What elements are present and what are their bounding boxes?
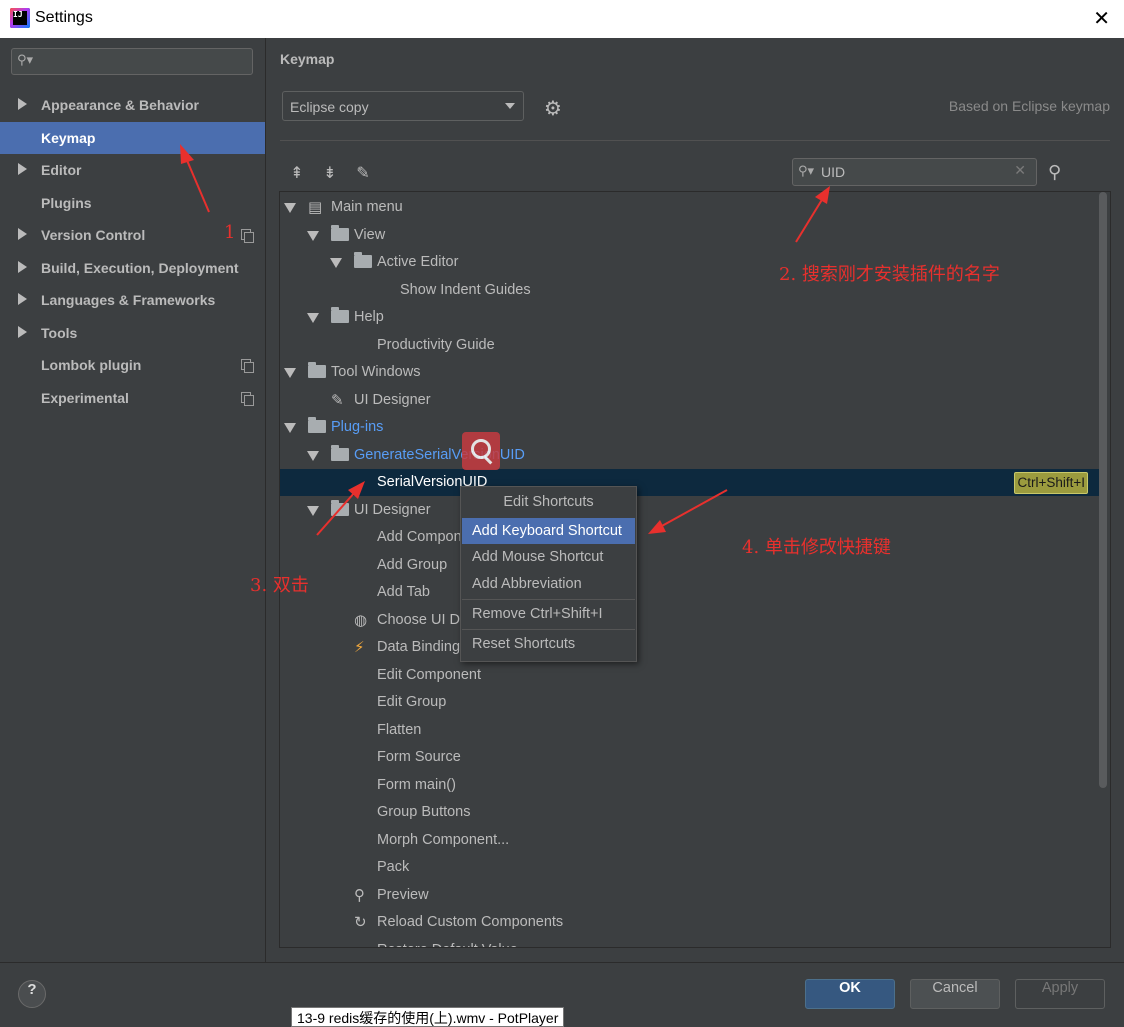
annotation-2: 2. 搜索刚才安装插件的名字 bbox=[779, 264, 1000, 285]
annotation-arrowhead-1 bbox=[180, 144, 194, 164]
annotation-arrow-4 bbox=[659, 489, 728, 528]
annotation-arrow-3 bbox=[316, 491, 356, 536]
help-button[interactable]: ? bbox=[18, 980, 46, 1008]
app-icon-text: IJ bbox=[13, 10, 23, 19]
annotation-arrow-2 bbox=[795, 197, 824, 243]
apply-button[interactable]: Apply bbox=[1015, 979, 1105, 1009]
annotation-3: 3. 双击 bbox=[250, 575, 309, 596]
annotation-1: 1 bbox=[224, 222, 236, 243]
dialog-footer: ? OK Cancel Apply 13-9 redis缓存的使用(上).wmv… bbox=[0, 962, 1124, 1027]
annotation-arrowhead-2 bbox=[815, 186, 830, 204]
annotation-arrows bbox=[180, 144, 830, 536]
cancel-button[interactable]: Cancel bbox=[910, 979, 1000, 1009]
taskbar-tooltip: 13-9 redis缓存的使用(上).wmv - PotPlayer bbox=[291, 1007, 565, 1027]
annotation-arrowhead-4 bbox=[648, 520, 666, 534]
annotation-4: 4. 单击修改快捷键 bbox=[742, 537, 891, 558]
ok-button[interactable]: OK bbox=[805, 979, 895, 1009]
annotation-arrow-1 bbox=[185, 157, 210, 213]
